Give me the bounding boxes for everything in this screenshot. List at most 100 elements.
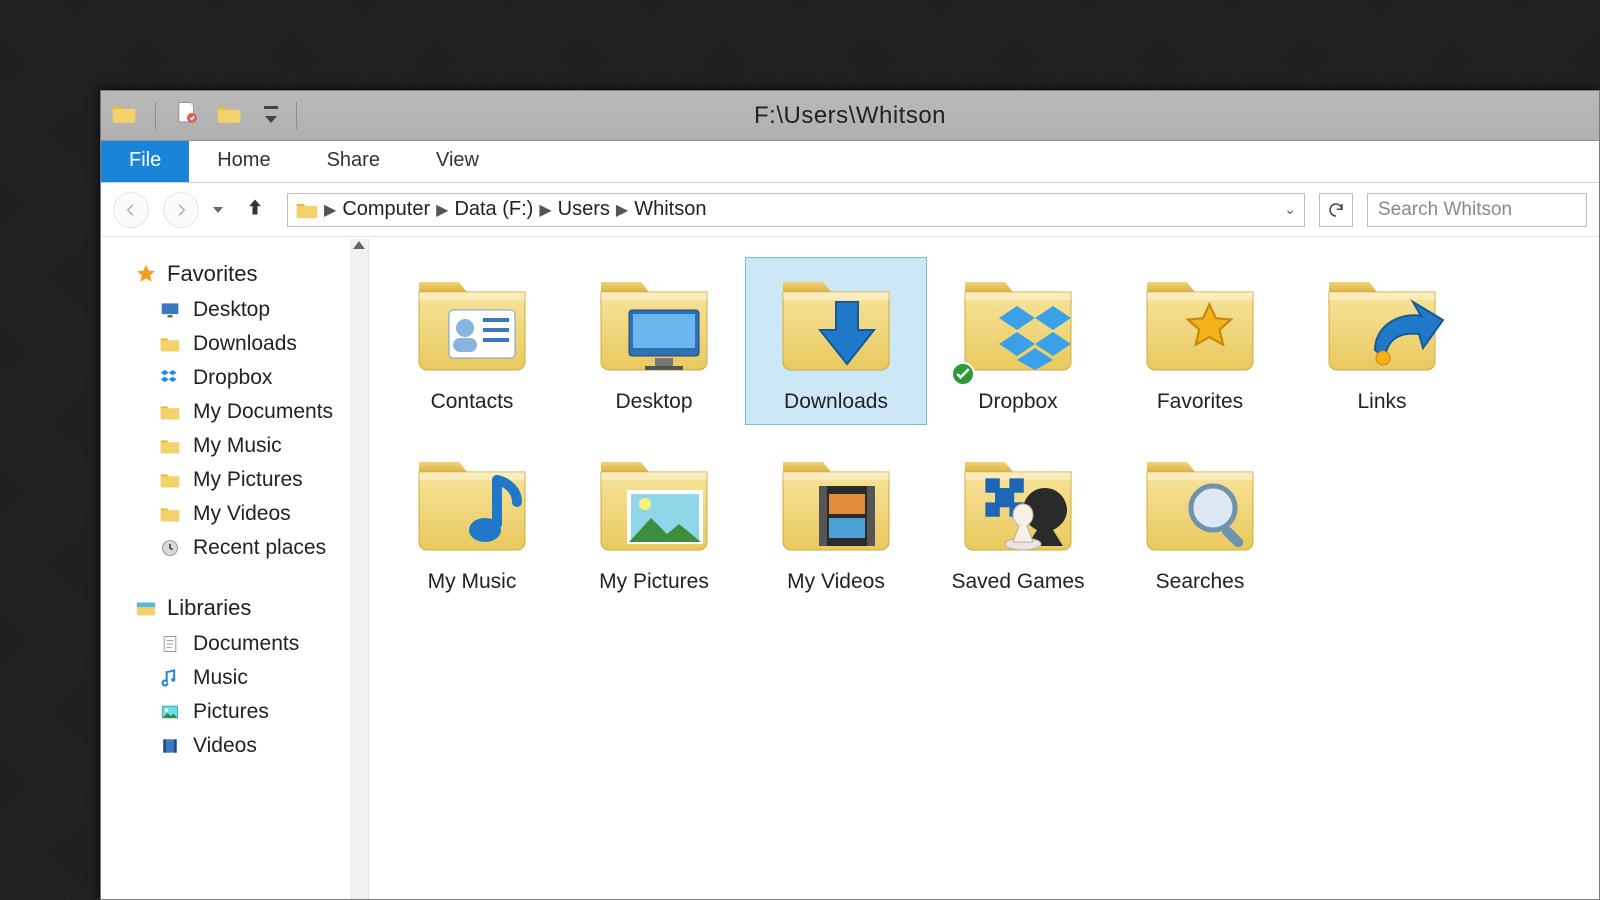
folder-icon — [407, 444, 537, 564]
ribbon-tabs: File Home Share View — [101, 141, 1599, 183]
sync-ok-icon — [951, 362, 975, 386]
navigation-bar: ▶ Computer ▶ Data (F:) ▶ Users ▶ Whitson… — [101, 183, 1599, 237]
folder-icon — [771, 264, 901, 384]
star-icon — [135, 263, 157, 285]
chevron-right-icon[interactable]: ▶ — [436, 200, 448, 220]
scrollbar[interactable] — [350, 239, 368, 899]
sidebar-item[interactable]: My Pictures — [101, 463, 368, 497]
file-explorer-window: F:\Users\Whitson File Home Share View ▶ … — [100, 90, 1600, 900]
sidebar-item-label: Recent places — [193, 536, 326, 560]
folder-icon — [589, 264, 719, 384]
sidebar-item[interactable]: Desktop — [101, 293, 368, 327]
sidebar-item[interactable]: Downloads — [101, 327, 368, 361]
folder-item[interactable]: My Music — [381, 437, 563, 605]
folder-label: My Videos — [787, 570, 885, 594]
folder-item[interactable]: Links — [1291, 257, 1473, 425]
sidebar-item[interactable]: Recent places — [101, 531, 368, 565]
tab-home[interactable]: Home — [189, 139, 298, 182]
folder-icon — [953, 264, 1083, 384]
chevron-right-icon[interactable]: ▶ — [616, 200, 628, 220]
sidebar-item-label: My Documents — [193, 400, 333, 424]
folder-label: Dropbox — [978, 390, 1057, 414]
clock-icon — [159, 537, 181, 559]
up-button[interactable] — [237, 196, 273, 224]
sidebar-item-label: Documents — [193, 632, 299, 656]
folder-icon — [771, 444, 901, 564]
breadcrumb-users[interactable]: Users — [558, 198, 610, 221]
sidebar-item-label: Pictures — [193, 700, 269, 724]
sidebar-item-label: Desktop — [193, 298, 270, 322]
sidebar-item-label: Videos — [193, 734, 257, 758]
breadcrumb-drive[interactable]: Data (F:) — [454, 198, 533, 221]
breadcrumb-computer[interactable]: Computer — [342, 198, 430, 221]
sidebar-item-label: My Pictures — [193, 468, 303, 492]
sidebar-item[interactable]: Music — [101, 661, 368, 695]
pic-icon — [159, 701, 181, 723]
folder-item[interactable]: Desktop — [563, 257, 745, 425]
folder-item[interactable]: Downloads — [745, 257, 927, 425]
address-bar[interactable]: ▶ Computer ▶ Data (F:) ▶ Users ▶ Whitson… — [287, 193, 1305, 227]
recent-locations-icon[interactable] — [213, 207, 223, 213]
sidebar-item[interactable]: Pictures — [101, 695, 368, 729]
folder-icon — [589, 444, 719, 564]
folder-icon — [1135, 264, 1265, 384]
breadcrumb-whitson[interactable]: Whitson — [634, 198, 706, 221]
sidebar-header-favorites[interactable]: Favorites — [101, 257, 368, 293]
folder-icon — [1135, 444, 1265, 564]
sidebar-item[interactable]: My Videos — [101, 497, 368, 531]
folder-item[interactable]: My Videos — [745, 437, 927, 605]
chevron-right-icon[interactable]: ▶ — [539, 200, 551, 220]
window-title: F:\Users\Whitson — [101, 102, 1599, 130]
forward-button[interactable] — [163, 192, 199, 228]
libraries-icon — [135, 597, 157, 619]
folder-icon — [953, 444, 1083, 564]
sidebar-item[interactable]: Dropbox — [101, 361, 368, 395]
chevron-down-icon[interactable]: ⌄ — [1284, 201, 1296, 218]
tab-view[interactable]: View — [408, 139, 507, 182]
folder-icon — [159, 503, 181, 525]
dropbox-icon — [159, 367, 181, 389]
search-placeholder: Search Whitson — [1378, 199, 1512, 221]
folder-item[interactable]: Contacts — [381, 257, 563, 425]
folder-label: My Pictures — [599, 570, 709, 594]
back-button[interactable] — [113, 192, 149, 228]
folder-icon — [296, 200, 318, 220]
explorer-body: Favorites Desktop Downloads Dropbox My Docu… — [101, 239, 1599, 899]
search-input[interactable]: Search Whitson — [1367, 193, 1587, 227]
sidebar-item[interactable]: My Music — [101, 429, 368, 463]
film-icon — [159, 735, 181, 757]
folder-label: My Music — [428, 570, 517, 594]
sidebar-item[interactable]: Videos — [101, 729, 368, 763]
sidebar-header-libraries[interactable]: Libraries — [101, 591, 368, 627]
sidebar-header-label: Favorites — [167, 261, 257, 287]
sidebar-item-label: Dropbox — [193, 366, 272, 390]
sidebar-item-label: Downloads — [193, 332, 297, 356]
folder-icon — [159, 469, 181, 491]
folder-item[interactable]: Favorites — [1109, 257, 1291, 425]
sidebar-item[interactable]: Documents — [101, 627, 368, 661]
folder-item[interactable]: Dropbox — [927, 257, 1109, 425]
folder-label: Downloads — [784, 390, 888, 414]
monitor-icon — [159, 299, 181, 321]
tab-share[interactable]: Share — [299, 139, 408, 182]
navigation-pane: Favorites Desktop Downloads Dropbox My Docu… — [101, 239, 369, 899]
folder-item[interactable]: Saved Games — [927, 437, 1109, 605]
folder-content[interactable]: Contacts Desktop Downloads Dropbox Favorites… — [369, 239, 1599, 899]
folder-item[interactable]: My Pictures — [563, 437, 745, 605]
note-icon — [159, 667, 181, 689]
sidebar-item-label: My Music — [193, 434, 282, 458]
folder-item[interactable]: Searches — [1109, 437, 1291, 605]
folder-label: Desktop — [615, 390, 692, 414]
chevron-right-icon[interactable]: ▶ — [324, 200, 336, 220]
sidebar-group-favorites: Favorites Desktop Downloads Dropbox My Docu… — [101, 257, 368, 565]
refresh-button[interactable] — [1319, 193, 1353, 227]
folder-label: Searches — [1156, 570, 1245, 594]
sidebar-group-libraries: Libraries Documents Music Pictures Videos — [101, 591, 368, 763]
folder-label: Saved Games — [951, 570, 1084, 594]
folder-label: Favorites — [1157, 390, 1243, 414]
tab-file[interactable]: File — [101, 139, 189, 182]
sidebar-item-label: Music — [193, 666, 248, 690]
folder-label: Contacts — [431, 390, 514, 414]
sidebar-item-label: My Videos — [193, 502, 291, 526]
sidebar-item[interactable]: My Documents — [101, 395, 368, 429]
